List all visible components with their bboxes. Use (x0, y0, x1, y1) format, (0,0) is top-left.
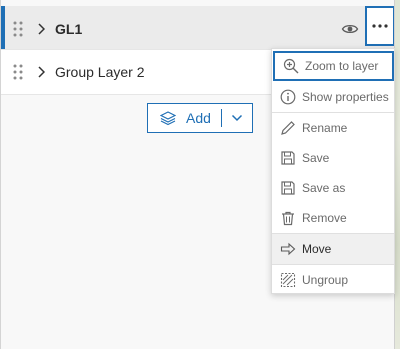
chevron-right-icon[interactable] (33, 64, 49, 80)
menu-item-label: Remove (302, 211, 347, 225)
menu-item-label: Show properties (302, 90, 389, 104)
add-button[interactable]: Add (148, 104, 221, 132)
menu-item-label: Ungroup (302, 273, 349, 287)
menu-item-rename[interactable]: Rename (272, 113, 394, 143)
save-as-icon (280, 180, 296, 196)
arrow-right-icon (280, 241, 296, 257)
layer-context-menu: Zoom to layer Show properties Rename Sav… (271, 48, 395, 294)
menu-item-label: Rename (302, 121, 348, 135)
menu-item-label: Save (302, 151, 330, 165)
ungroup-icon (280, 272, 296, 288)
trash-icon (280, 210, 296, 226)
menu-item-zoom-to-layer[interactable]: Zoom to layer (273, 51, 394, 81)
menu-item-label: Zoom to layer (305, 59, 379, 73)
pencil-icon (280, 120, 296, 136)
info-icon (280, 89, 296, 105)
add-button-label: Add (186, 110, 211, 126)
menu-item-label: Save as (302, 181, 346, 195)
eye-icon[interactable] (341, 20, 359, 38)
add-split-button: Add (147, 103, 253, 133)
layer-title: GL1 (55, 21, 83, 37)
menu-item-label: Move (302, 242, 332, 256)
menu-item-save[interactable]: Save (272, 143, 394, 173)
add-dropdown-button[interactable] (222, 104, 252, 132)
menu-item-ungroup[interactable]: Ungroup (272, 265, 394, 295)
chevron-right-icon[interactable] (33, 21, 49, 37)
menu-item-move[interactable]: Move (272, 234, 394, 264)
ellipsis-icon[interactable] (365, 6, 395, 46)
menu-item-show-properties[interactable]: Show properties (272, 82, 394, 112)
menu-item-remove[interactable]: Remove (272, 203, 394, 233)
drag-handle-icon[interactable] (9, 63, 27, 81)
zoom-in-icon (283, 58, 299, 74)
menu-item-save-as[interactable]: Save as (272, 173, 394, 203)
drag-handle-icon[interactable] (9, 20, 27, 38)
layer-row-gl1[interactable]: GL1 (1, 6, 395, 52)
layer-title: Group Layer 2 (55, 64, 145, 80)
layers-stack-icon (160, 111, 176, 126)
chevron-down-icon (231, 114, 242, 122)
save-icon (280, 150, 296, 166)
